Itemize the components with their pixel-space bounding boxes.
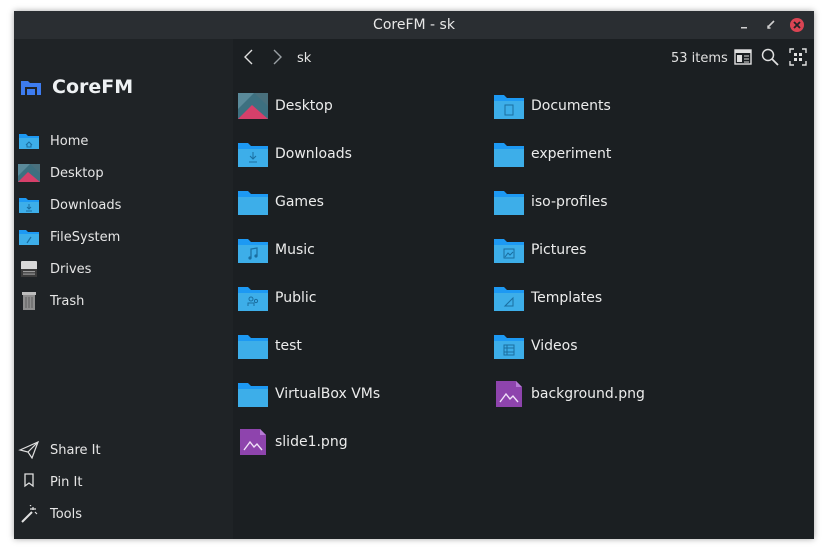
sidebar-item-label: Downloads	[50, 197, 122, 213]
sidebar-action-pin[interactable]: Pin It	[18, 469, 82, 495]
file-item[interactable]: Desktop	[238, 90, 333, 122]
file-label: experiment	[531, 146, 612, 162]
sidebar-action-tools[interactable]: Tools	[18, 501, 82, 527]
folder-icon	[494, 189, 524, 215]
maximize-icon	[767, 20, 775, 29]
close-button[interactable]	[789, 17, 805, 33]
view-mode-button[interactable]	[733, 47, 753, 67]
chevron-left-icon	[244, 49, 253, 65]
back-button[interactable]	[239, 47, 259, 67]
file-label: Games	[275, 194, 324, 210]
file-label: slide1.png	[275, 434, 348, 450]
videos-folder-icon	[494, 333, 524, 359]
file-label: iso-profiles	[531, 194, 608, 210]
corefm-window: CoreFM - sk CoreFM Home Desktop Download…	[14, 11, 814, 539]
file-item[interactable]: Public	[238, 282, 316, 314]
pictures-folder-icon	[494, 237, 524, 263]
sidebar-item-filesystem[interactable]: FileSystem	[18, 224, 120, 250]
sidebar-item-trash[interactable]: Trash	[18, 288, 84, 314]
share-icon	[18, 441, 40, 459]
file-item[interactable]: Templates	[494, 282, 602, 314]
sidebar: CoreFM Home Desktop Downloads FileSystem…	[14, 39, 233, 539]
toolbar: sk 53 items	[233, 39, 814, 75]
file-label: Desktop	[275, 98, 333, 114]
desktop-icon	[18, 164, 40, 182]
sidebar-action-share[interactable]: Share It	[18, 437, 101, 463]
sidebar-item-label: Drives	[50, 261, 92, 277]
tools-icon	[18, 505, 40, 523]
trash-icon	[18, 292, 40, 310]
file-item[interactable]: Pictures	[494, 234, 586, 266]
file-label: VirtualBox VMs	[275, 386, 381, 402]
drive-icon	[18, 260, 40, 278]
public-folder-icon	[238, 285, 268, 311]
sidebar-item-home[interactable]: Home	[18, 128, 88, 154]
templates-folder-icon	[494, 285, 524, 311]
app-logo-icon	[20, 77, 42, 97]
search-button[interactable]	[760, 47, 780, 67]
folder-icon	[238, 333, 268, 359]
folder-icon	[238, 381, 268, 407]
downloads-folder-icon	[18, 196, 40, 214]
file-label: Public	[275, 290, 317, 306]
item-count: 53 items	[671, 51, 728, 66]
file-item[interactable]: test	[238, 330, 302, 362]
file-item[interactable]: Music	[238, 234, 315, 266]
sidebar-item-label: Pin It	[50, 474, 83, 490]
file-item[interactable]: experiment	[494, 138, 611, 170]
sidebar-item-downloads[interactable]: Downloads	[18, 192, 121, 218]
sidebar-item-label: Trash	[50, 293, 85, 309]
home-folder-icon	[18, 132, 40, 150]
image-file-icon	[238, 429, 268, 455]
pin-icon	[18, 473, 40, 491]
sidebar-item-desktop[interactable]: Desktop	[18, 160, 104, 186]
view-mode-icon	[734, 49, 752, 65]
sidebar-item-label: Desktop	[50, 165, 104, 181]
file-label: Downloads	[275, 146, 352, 162]
chevron-right-icon	[273, 49, 282, 65]
filesystem-folder-icon	[18, 228, 40, 246]
music-folder-icon	[238, 237, 268, 263]
minimize-button[interactable]	[736, 17, 752, 33]
file-label: Templates	[531, 290, 603, 306]
breadcrumb-path[interactable]: sk	[297, 51, 311, 66]
sidebar-item-label: Tools	[50, 506, 83, 522]
select-all-button[interactable]	[788, 47, 808, 67]
file-item[interactable]: Videos	[494, 330, 578, 362]
file-item[interactable]: Games	[238, 186, 324, 218]
search-icon	[761, 48, 779, 66]
select-all-icon	[789, 48, 807, 66]
desktop-icon	[238, 93, 268, 119]
window-title: CoreFM - sk	[373, 17, 455, 33]
minimize-icon	[741, 27, 747, 29]
file-view: sk 53 items Desktop Documents Downloads exp…	[233, 39, 814, 539]
file-label: Pictures	[531, 242, 587, 258]
documents-folder-icon	[494, 93, 524, 119]
maximize-button[interactable]	[763, 17, 779, 33]
close-icon	[790, 18, 804, 32]
folder-icon	[494, 141, 524, 167]
folder-icon	[238, 189, 268, 215]
sidebar-item-label: FileSystem	[50, 229, 121, 245]
sidebar-item-label: Share It	[50, 442, 101, 458]
image-file-icon	[494, 381, 524, 407]
file-item[interactable]: background.png	[494, 378, 645, 410]
sidebar-item-drives[interactable]: Drives	[18, 256, 91, 282]
file-item[interactable]: iso-profiles	[494, 186, 608, 218]
file-label: test	[275, 338, 302, 354]
downloads-folder-icon	[238, 141, 268, 167]
title-bar[interactable]: CoreFM - sk	[14, 11, 814, 39]
app-name: CoreFM	[52, 76, 134, 98]
sidebar-item-label: Home	[50, 133, 89, 149]
forward-button[interactable]	[267, 47, 287, 67]
file-item[interactable]: VirtualBox VMs	[238, 378, 380, 410]
file-label: Documents	[531, 98, 611, 114]
app-header: CoreFM	[20, 76, 133, 98]
file-item[interactable]: Documents	[494, 90, 611, 122]
file-label: Videos	[531, 338, 578, 354]
file-item[interactable]: slide1.png	[238, 426, 348, 458]
file-label: Music	[275, 242, 315, 258]
file-label: background.png	[531, 386, 645, 402]
file-item[interactable]: Downloads	[238, 138, 352, 170]
